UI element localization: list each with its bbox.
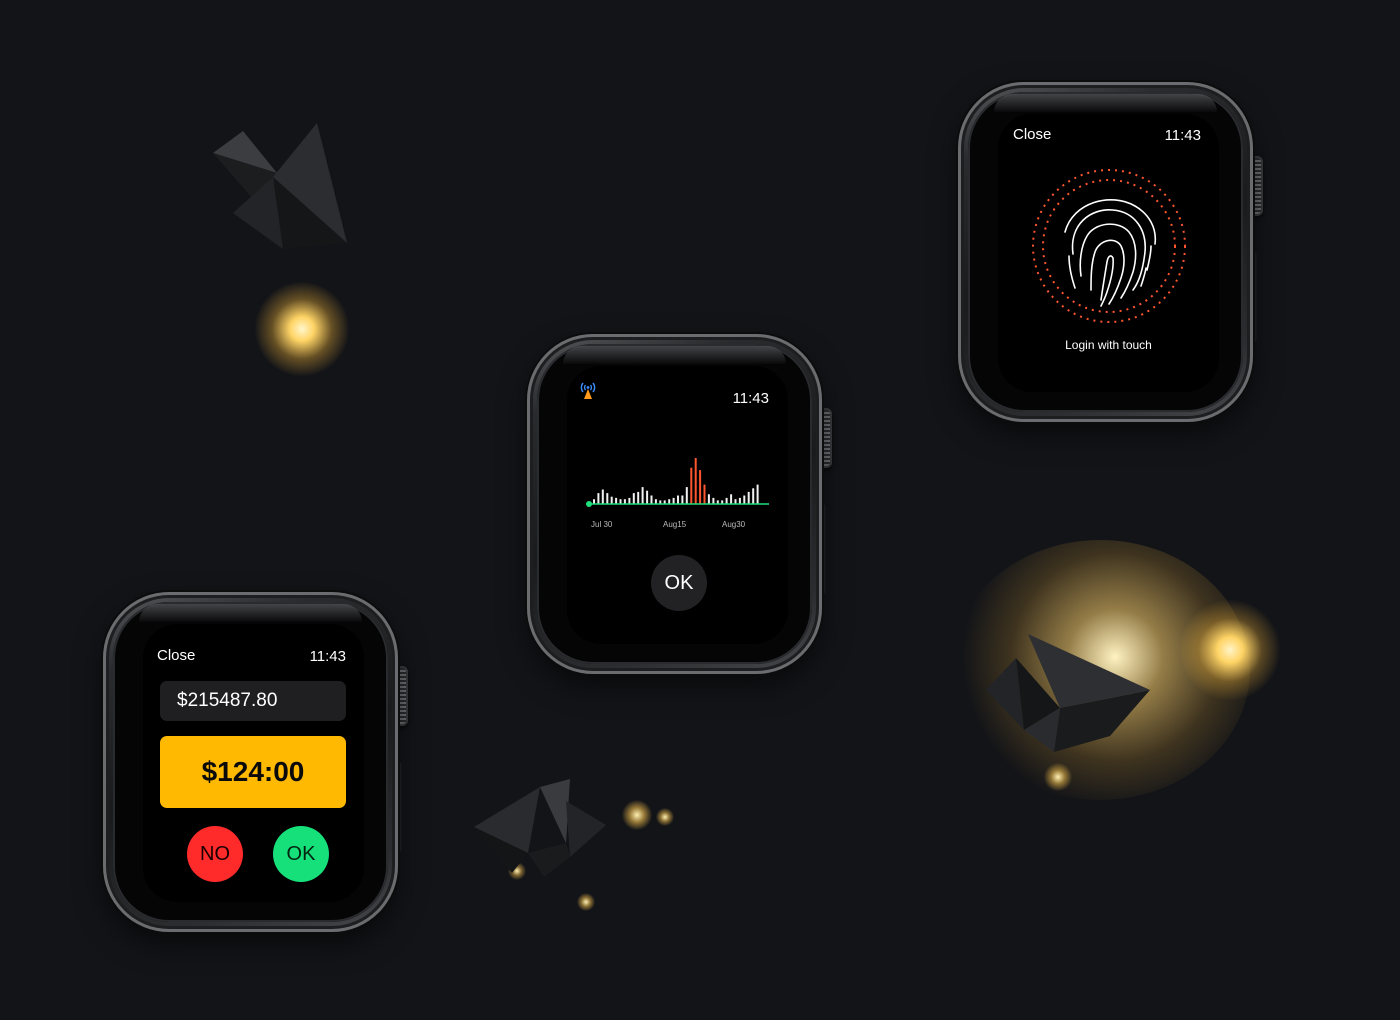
login-prompt: Login with touch bbox=[1065, 338, 1152, 352]
chart-bar bbox=[628, 497, 631, 504]
pay-amount-button[interactable]: $124:00 bbox=[160, 736, 346, 808]
broadcast-tower-icon bbox=[580, 382, 596, 399]
chart-bar bbox=[685, 487, 688, 504]
watch-bezel: Close 11:43 Login with touch bbox=[968, 92, 1243, 412]
no-button[interactable]: NO bbox=[187, 826, 243, 882]
chart-bar bbox=[707, 494, 710, 504]
chart-bar bbox=[725, 497, 728, 504]
clock-time: 11:43 bbox=[309, 648, 346, 665]
x-tick-label: Aug30 bbox=[722, 520, 746, 529]
balance-field[interactable]: $215487.80 bbox=[160, 681, 346, 721]
crystal-shard-decoration bbox=[213, 123, 347, 249]
chart-bar bbox=[650, 495, 653, 504]
payment-watch: Close 11:43 $215487.80 $124:00 NO OK bbox=[103, 592, 408, 932]
ok-button[interactable]: OK bbox=[651, 555, 707, 611]
chart-bar bbox=[606, 493, 609, 504]
chart-bar bbox=[756, 484, 759, 504]
light-glow bbox=[577, 893, 595, 911]
chart-bar bbox=[738, 497, 741, 504]
chart-bar bbox=[681, 495, 684, 504]
chart-bar bbox=[699, 470, 702, 504]
activity-bar-chart bbox=[586, 458, 769, 507]
watch-screen: Close 11:43 Login with touch bbox=[998, 114, 1219, 392]
light-glow bbox=[1044, 763, 1072, 791]
chart-bar bbox=[672, 497, 675, 504]
watch-bezel: Close 11:43 $215487.80 $124:00 NO OK bbox=[113, 602, 388, 922]
chart-bar bbox=[632, 493, 635, 504]
fingerprint-icon[interactable] bbox=[1029, 166, 1189, 326]
clock-time: 11:43 bbox=[732, 390, 769, 407]
x-tick-label: Aug15 bbox=[663, 520, 687, 529]
close-link[interactable]: Close bbox=[157, 647, 195, 664]
close-link[interactable]: Close bbox=[1013, 126, 1051, 143]
chart-bar bbox=[694, 458, 697, 504]
clock-time: 11:43 bbox=[1164, 127, 1201, 144]
watch-screen: 11:43 Jul 30 Aug15 Aug30 OK bbox=[567, 366, 788, 644]
watch-bezel: 11:43 Jul 30 Aug15 Aug30 OK bbox=[537, 344, 812, 664]
chart-bar bbox=[610, 496, 613, 504]
light-glow bbox=[255, 282, 349, 376]
chart-bar bbox=[597, 493, 600, 504]
chart-start-dot bbox=[586, 501, 592, 507]
chart-bar bbox=[730, 494, 733, 504]
chart-bar bbox=[712, 497, 715, 504]
chart-bar bbox=[703, 484, 706, 504]
chart-bar bbox=[752, 488, 755, 504]
crystal-shard-decoration bbox=[986, 634, 1150, 752]
chart-bar bbox=[690, 467, 693, 504]
chart-bar bbox=[615, 497, 618, 504]
chart-bar bbox=[677, 495, 679, 504]
light-glow bbox=[1180, 600, 1280, 700]
light-glow bbox=[622, 800, 652, 830]
chart-bar bbox=[641, 487, 644, 504]
ok-button[interactable]: OK bbox=[273, 826, 329, 882]
chart-bar bbox=[637, 491, 640, 504]
stats-watch: 11:43 Jul 30 Aug15 Aug30 OK bbox=[527, 334, 832, 674]
chart-bar bbox=[747, 491, 750, 504]
watch-screen: Close 11:43 $215487.80 $124:00 NO OK bbox=[143, 624, 364, 902]
chart-bar bbox=[743, 495, 746, 504]
x-tick-label: Jul 30 bbox=[591, 520, 613, 529]
crystal-shard-decoration bbox=[474, 779, 606, 877]
login-watch: Close 11:43 Login with touch bbox=[958, 82, 1263, 422]
chart-bar bbox=[646, 490, 649, 504]
light-glow bbox=[656, 808, 674, 826]
chart-bar bbox=[601, 489, 604, 504]
